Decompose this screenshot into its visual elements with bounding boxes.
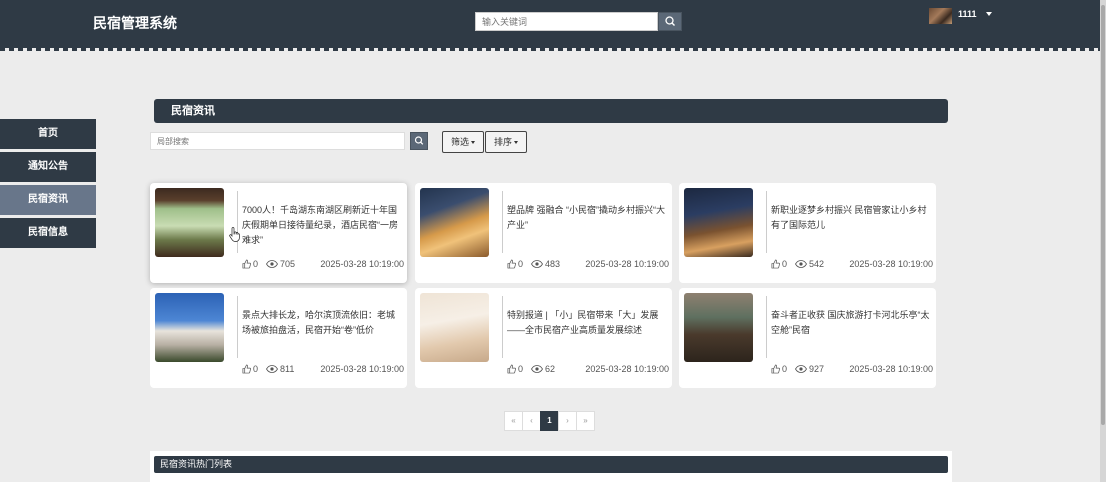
filter-dropdown[interactable]: 筛选 bbox=[442, 131, 485, 153]
news-meta: 0 811 2025-03-28 10:19:00 bbox=[242, 364, 404, 376]
news-meta: 0 483 2025-03-28 10:19:00 bbox=[507, 259, 669, 271]
news-title[interactable]: 塑品牌 强融合 “小民宿”撬动乡村振兴“大产业” bbox=[507, 203, 667, 233]
prev-page-button[interactable]: ‹ bbox=[522, 411, 541, 431]
like-count: 0 bbox=[253, 259, 259, 269]
chevron-down-icon[interactable] bbox=[986, 12, 992, 16]
sidebar-item-news[interactable]: 民宿资讯 bbox=[0, 185, 96, 215]
search-icon bbox=[665, 16, 675, 26]
view-count: 811 bbox=[280, 364, 295, 374]
news-meta: 0 62 2025-03-28 10:19:00 bbox=[507, 364, 669, 376]
hand-cursor-icon bbox=[229, 227, 240, 242]
divider bbox=[237, 296, 238, 358]
publish-date: 2025-03-28 10:19:00 bbox=[585, 259, 669, 269]
sort-label: 排序 bbox=[494, 137, 513, 147]
sidebar-item-home[interactable]: 首页 bbox=[0, 119, 96, 149]
top-search-input[interactable] bbox=[475, 12, 658, 31]
divider bbox=[766, 296, 767, 358]
news-thumbnail[interactable] bbox=[155, 188, 224, 257]
news-card[interactable]: 7000人！千岛湖东南湖区刷新近十年国庆假期单日接待量纪录，酒店民宿“一房难求”… bbox=[150, 183, 407, 283]
news-title[interactable]: 特别报道 | 「小」民宿带来「大」发展——全市民宿产业高质量发展综述 bbox=[507, 308, 667, 338]
divider bbox=[766, 191, 767, 253]
thumbs-up-icon[interactable] bbox=[242, 259, 251, 269]
thumbs-up-icon[interactable] bbox=[507, 259, 516, 269]
avatar[interactable] bbox=[929, 8, 952, 24]
top-header: 民宿管理系统 1111 bbox=[0, 0, 1106, 51]
thumbs-up-icon[interactable] bbox=[771, 259, 780, 269]
next-page-button[interactable]: › bbox=[558, 411, 577, 431]
like-count: 0 bbox=[782, 364, 788, 374]
news-title[interactable]: 新职业逐梦乡村振兴 民宿管家让小乡村有了国际范儿 bbox=[771, 203, 931, 233]
view-count: 483 bbox=[545, 259, 561, 269]
news-meta: 0 927 2025-03-28 10:19:00 bbox=[771, 364, 933, 376]
publish-date: 2025-03-28 10:19:00 bbox=[849, 364, 933, 374]
last-page-button[interactable]: » bbox=[576, 411, 595, 431]
thumbs-up-icon[interactable] bbox=[507, 364, 516, 374]
news-thumbnail[interactable] bbox=[684, 188, 753, 257]
thumbs-up-icon[interactable] bbox=[771, 364, 780, 374]
eye-icon bbox=[266, 260, 278, 268]
thumbs-up-icon[interactable] bbox=[242, 364, 251, 374]
eye-icon bbox=[795, 365, 807, 373]
top-search-button[interactable] bbox=[658, 12, 682, 31]
caret-down-icon bbox=[471, 141, 476, 145]
news-card[interactable]: 新职业逐梦乡村振兴 民宿管家让小乡村有了国际范儿 0 542 2025-03-2… bbox=[679, 183, 936, 283]
page-scrollbar[interactable] bbox=[1100, 0, 1106, 482]
eye-icon bbox=[531, 365, 543, 373]
filter-label: 筛选 bbox=[451, 137, 470, 147]
news-card[interactable]: 特别报道 | 「小」民宿带来「大」发展——全市民宿产业高质量发展综述 0 62 … bbox=[415, 288, 672, 388]
news-card[interactable]: 景点大排长龙，哈尔滨顶流依旧：老城场被旅拍盘活，民宿开始“卷”低价 0 811 … bbox=[150, 288, 407, 388]
publish-date: 2025-03-28 10:19:00 bbox=[320, 259, 404, 269]
news-title[interactable]: 奋斗者正收获 国庆旅游打卡河北乐亭“太空舱”民宿 bbox=[771, 308, 931, 338]
current-page-button[interactable]: 1 bbox=[540, 411, 559, 431]
search-icon bbox=[414, 136, 424, 145]
news-thumbnail[interactable] bbox=[155, 293, 224, 362]
news-thumbnail[interactable] bbox=[420, 293, 489, 362]
view-count: 62 bbox=[545, 364, 556, 374]
news-title[interactable]: 景点大排长龙，哈尔滨顶流依旧：老城场被旅拍盘活，民宿开始“卷”低价 bbox=[242, 308, 402, 338]
hot-list-title: 民宿资讯热门列表 bbox=[154, 456, 948, 473]
publish-date: 2025-03-28 10:19:00 bbox=[849, 259, 933, 269]
like-count: 0 bbox=[782, 259, 788, 269]
eye-icon bbox=[795, 260, 807, 268]
divider bbox=[502, 191, 503, 253]
divider bbox=[502, 296, 503, 358]
sidebar-item-homestays[interactable]: 民宿信息 bbox=[0, 218, 96, 248]
page-title: 民宿资讯 bbox=[154, 99, 948, 123]
eye-icon bbox=[266, 365, 278, 373]
view-count: 705 bbox=[280, 259, 296, 269]
eye-icon bbox=[531, 260, 543, 268]
news-thumbnail[interactable] bbox=[420, 188, 489, 257]
pagination: « ‹ 1 › » bbox=[504, 411, 595, 431]
local-search-input[interactable] bbox=[150, 132, 405, 150]
top-search bbox=[475, 12, 682, 31]
like-count: 0 bbox=[253, 364, 259, 374]
news-thumbnail[interactable] bbox=[684, 293, 753, 362]
username[interactable]: 1111 bbox=[958, 9, 977, 19]
sidebar-item-notices[interactable]: 通知公告 bbox=[0, 152, 96, 182]
like-count: 0 bbox=[518, 259, 524, 269]
publish-date: 2025-03-28 10:19:00 bbox=[585, 364, 669, 374]
like-count: 0 bbox=[518, 364, 524, 374]
view-count: 542 bbox=[809, 259, 825, 269]
first-page-button[interactable]: « bbox=[504, 411, 523, 431]
view-count: 927 bbox=[809, 364, 825, 374]
divider bbox=[237, 191, 238, 253]
news-card[interactable]: 奋斗者正收获 国庆旅游打卡河北乐亭“太空舱”民宿 0 927 2025-03-2… bbox=[679, 288, 936, 388]
caret-down-icon bbox=[514, 141, 519, 145]
news-card[interactable]: 塑品牌 强融合 “小民宿”撬动乡村振兴“大产业” 0 483 2025-03-2… bbox=[415, 183, 672, 283]
brand-title: 民宿管理系统 bbox=[93, 15, 177, 31]
sidebar: 首页 通知公告 民宿资讯 民宿信息 bbox=[0, 119, 96, 251]
news-title[interactable]: 7000人！千岛湖东南湖区刷新近十年国庆假期单日接待量纪录，酒店民宿“一房难求” bbox=[242, 203, 402, 248]
sort-dropdown[interactable]: 排序 bbox=[485, 131, 528, 153]
publish-date: 2025-03-28 10:19:00 bbox=[320, 364, 404, 374]
news-meta: 0 705 2025-03-28 10:19:00 bbox=[242, 259, 404, 271]
local-search-button[interactable] bbox=[410, 132, 428, 150]
news-meta: 0 542 2025-03-28 10:19:00 bbox=[771, 259, 933, 271]
